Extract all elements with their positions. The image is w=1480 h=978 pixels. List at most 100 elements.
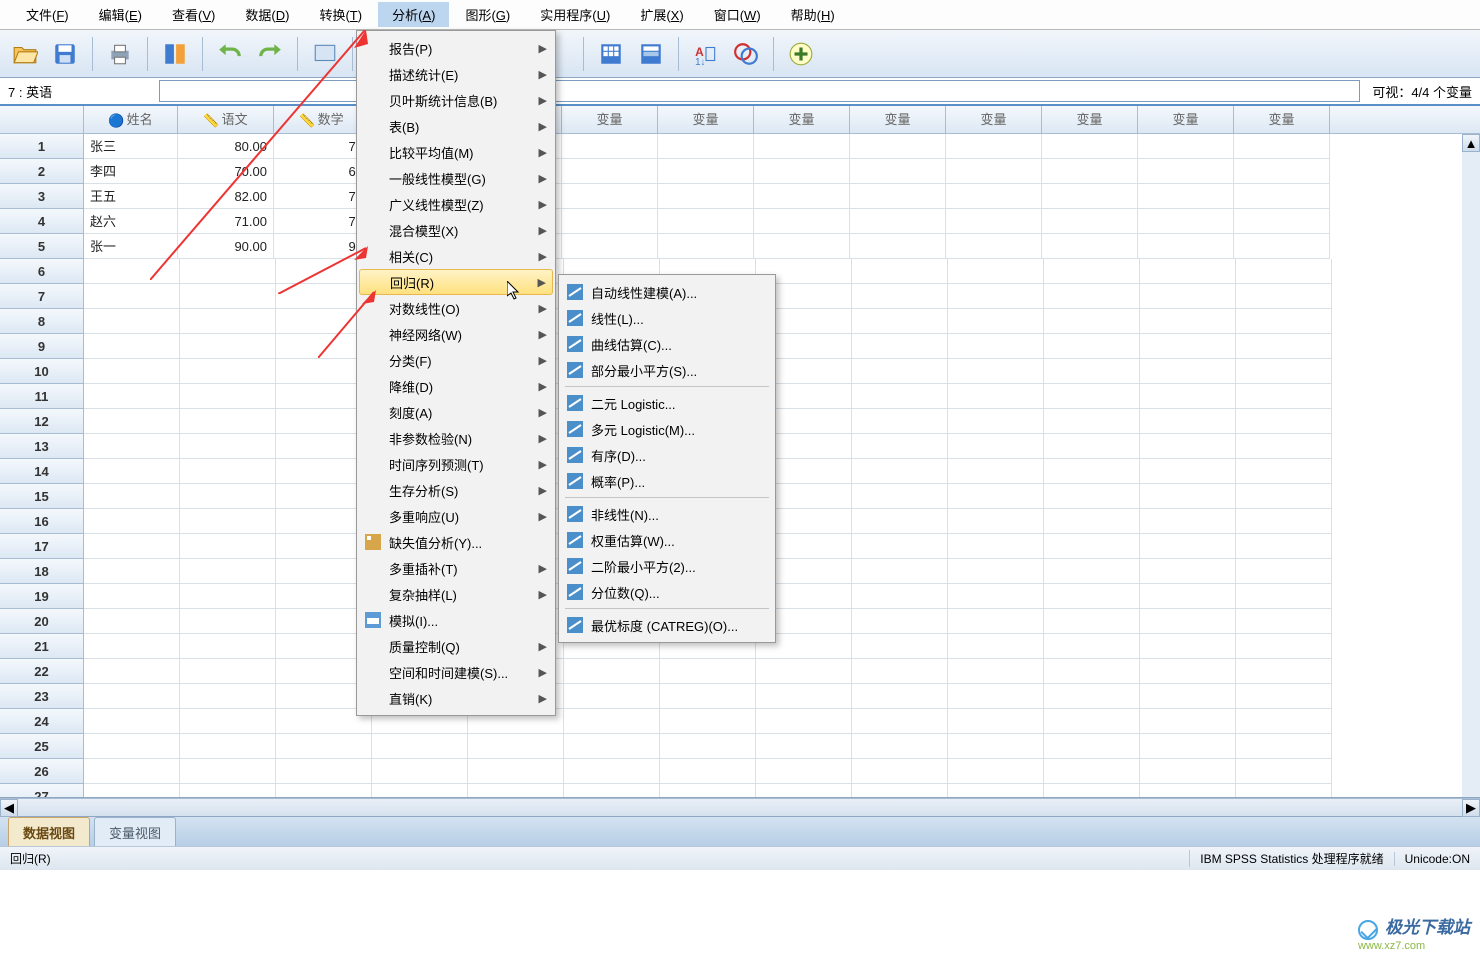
- row-header[interactable]: 4: [0, 209, 84, 234]
- cell[interactable]: [180, 684, 276, 709]
- cell[interactable]: [1044, 309, 1140, 334]
- cell[interactable]: [180, 334, 276, 359]
- row-header[interactable]: 2: [0, 159, 84, 184]
- cell[interactable]: [1044, 459, 1140, 484]
- cell[interactable]: 张一: [84, 234, 178, 259]
- cell[interactable]: [852, 509, 948, 534]
- cell[interactable]: [1138, 184, 1234, 209]
- cell[interactable]: [1140, 584, 1236, 609]
- cell[interactable]: [84, 359, 180, 384]
- cell[interactable]: [948, 759, 1044, 784]
- cell[interactable]: [1236, 684, 1332, 709]
- horizontal-scrollbar[interactable]: ◀ ▶: [0, 798, 1480, 816]
- cell[interactable]: [948, 559, 1044, 584]
- menu-item[interactable]: 非线性(N)...: [561, 501, 773, 527]
- cell[interactable]: 80.00: [178, 134, 274, 159]
- cell[interactable]: [562, 184, 658, 209]
- cell[interactable]: [468, 784, 564, 798]
- cell[interactable]: [180, 409, 276, 434]
- cell[interactable]: [1236, 534, 1332, 559]
- row-header[interactable]: 3: [0, 184, 84, 209]
- cell[interactable]: [852, 784, 948, 798]
- cell[interactable]: [946, 234, 1042, 259]
- row-header[interactable]: 17: [0, 534, 84, 559]
- cell[interactable]: [660, 659, 756, 684]
- menu-item[interactable]: 缺失值分析(Y)...: [359, 529, 553, 555]
- cell[interactable]: [180, 484, 276, 509]
- cell[interactable]: [852, 759, 948, 784]
- cell[interactable]: [1140, 784, 1236, 798]
- menu-item[interactable]: 描述统计(E)▶: [359, 61, 553, 87]
- cell[interactable]: [1044, 484, 1140, 509]
- cell[interactable]: [372, 759, 468, 784]
- cell[interactable]: [180, 759, 276, 784]
- menu-item[interactable]: 实用程序(U): [526, 2, 624, 27]
- menu-item[interactable]: 编辑(E): [85, 2, 156, 27]
- row-header[interactable]: 13: [0, 434, 84, 459]
- cell[interactable]: [1042, 209, 1138, 234]
- row-header[interactable]: 6: [0, 259, 84, 284]
- menu-item[interactable]: 文件(F): [12, 2, 83, 27]
- cell[interactable]: [1042, 134, 1138, 159]
- cell[interactable]: [1140, 359, 1236, 384]
- menu-item[interactable]: 分析(A): [378, 2, 449, 27]
- menu-item[interactable]: 数据(D): [231, 2, 303, 27]
- cell[interactable]: [1236, 459, 1332, 484]
- cell[interactable]: [1236, 409, 1332, 434]
- row-header[interactable]: 8: [0, 309, 84, 334]
- cell[interactable]: [564, 709, 660, 734]
- column-header[interactable]: 变量: [1138, 106, 1234, 133]
- cell[interactable]: [84, 609, 180, 634]
- cell[interactable]: [660, 759, 756, 784]
- cell[interactable]: [84, 534, 180, 559]
- cell[interactable]: [84, 784, 180, 798]
- cell[interactable]: [948, 734, 1044, 759]
- cell[interactable]: [754, 134, 850, 159]
- column-header[interactable]: 变量: [1234, 106, 1330, 133]
- cell[interactable]: [468, 734, 564, 759]
- cell[interactable]: 张三: [84, 134, 178, 159]
- menu-item[interactable]: 回归(R)▶: [359, 269, 553, 295]
- table-row[interactable]: 26: [0, 759, 1480, 784]
- table-row[interactable]: 27: [0, 784, 1480, 798]
- menu-item[interactable]: 非参数检验(N)▶: [359, 425, 553, 451]
- cell[interactable]: [658, 234, 754, 259]
- cell[interactable]: [850, 184, 946, 209]
- cell[interactable]: [180, 559, 276, 584]
- menu-item[interactable]: 广义线性模型(Z)▶: [359, 191, 553, 217]
- cell[interactable]: [948, 784, 1044, 798]
- menu-item[interactable]: 图形(G): [451, 2, 524, 27]
- cell[interactable]: [1044, 509, 1140, 534]
- cell[interactable]: [1140, 459, 1236, 484]
- menu-item[interactable]: 混合模型(X)▶: [359, 217, 553, 243]
- cell[interactable]: [1044, 634, 1140, 659]
- menu-item[interactable]: 空间和时间建模(S)...▶: [359, 659, 553, 685]
- cell[interactable]: [852, 359, 948, 384]
- cell[interactable]: [562, 134, 658, 159]
- cell[interactable]: [84, 684, 180, 709]
- menu-item[interactable]: 对数线性(O)▶: [359, 295, 553, 321]
- cell[interactable]: [1236, 384, 1332, 409]
- cell[interactable]: [84, 334, 180, 359]
- cell[interactable]: [948, 534, 1044, 559]
- menu-item[interactable]: 质量控制(Q)▶: [359, 633, 553, 659]
- cell[interactable]: [1138, 134, 1234, 159]
- menu-item[interactable]: 时间序列预测(T)▶: [359, 451, 553, 477]
- cell[interactable]: [852, 259, 948, 284]
- cell[interactable]: [1236, 334, 1332, 359]
- menu-item[interactable]: 比较平均值(M)▶: [359, 139, 553, 165]
- print-button[interactable]: [103, 37, 137, 71]
- cell[interactable]: [1234, 234, 1330, 259]
- menu-item[interactable]: 多重响应(U)▶: [359, 503, 553, 529]
- cell[interactable]: [1140, 734, 1236, 759]
- cell[interactable]: [850, 159, 946, 184]
- cell[interactable]: [852, 634, 948, 659]
- tab-data-view[interactable]: 数据视图: [8, 817, 90, 846]
- cell[interactable]: [1236, 559, 1332, 584]
- cell[interactable]: [1236, 509, 1332, 534]
- cell[interactable]: [948, 334, 1044, 359]
- cell[interactable]: [84, 259, 180, 284]
- cell[interactable]: [756, 784, 852, 798]
- cell[interactable]: [84, 384, 180, 409]
- cell[interactable]: [1044, 359, 1140, 384]
